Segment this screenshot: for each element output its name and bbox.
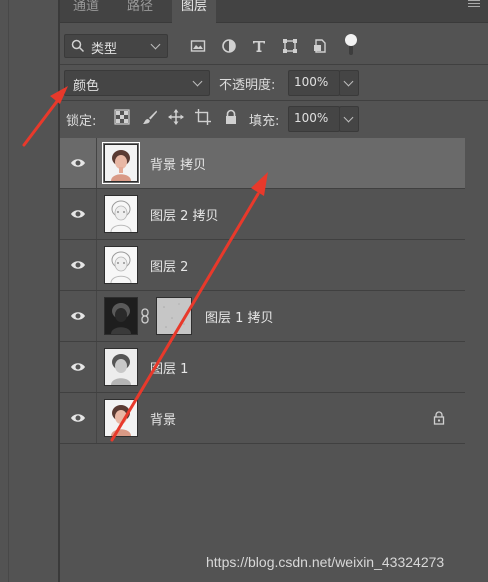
layer-row[interactable]: 图层 2 <box>60 240 465 291</box>
layer-name: 图层 2 <box>150 260 189 275</box>
chevron-down-icon <box>150 39 161 50</box>
blend-row: 颜色 不透明度: 100% <box>60 64 488 98</box>
fill-value: 100% <box>294 111 329 125</box>
visibility-toggle[interactable] <box>60 189 97 239</box>
layer-thumbnail[interactable] <box>104 246 138 284</box>
visibility-toggle[interactable] <box>60 291 97 341</box>
lock-label: 锁定: <box>66 114 97 129</box>
layer-name: 图层 2 拷贝 <box>150 209 219 224</box>
opacity-slider-button[interactable] <box>339 70 359 96</box>
link-icon[interactable] <box>140 308 150 324</box>
layer-thumbnail[interactable] <box>102 142 140 184</box>
layer-row[interactable]: 背景 拷贝 <box>60 138 465 189</box>
tab-paths[interactable]: 路径 <box>118 0 162 22</box>
fill-label: 填充: <box>249 114 280 129</box>
filter-kind-label: 类型 <box>91 42 118 57</box>
layer-name: 图层 1 <box>150 362 189 377</box>
lock-image-pixels-icon[interactable] <box>142 109 158 125</box>
layer-name: 图层 1 拷贝 <box>205 311 274 326</box>
eye-icon <box>71 363 85 371</box>
panel-menu-icon[interactable] <box>468 0 480 10</box>
type-filter-icon[interactable] <box>251 38 267 54</box>
layers-scrollbar[interactable] <box>465 138 488 582</box>
visibility-toggle[interactable] <box>60 240 97 290</box>
left-dock-edge <box>0 0 60 582</box>
image-filter-icon[interactable] <box>190 38 206 54</box>
opacity-value: 100% <box>294 75 329 89</box>
lock-icon <box>433 411 445 425</box>
lock-transparent-pixels-icon[interactable] <box>114 109 130 125</box>
layers-panel: 通道 路径 图层 类型 颜色 不透明度: 100% 锁定: 填充: 100% 背… <box>60 0 488 582</box>
chevron-down-icon <box>343 112 354 123</box>
search-icon <box>71 39 85 53</box>
layer-row[interactable]: 图层 1 拷贝 <box>60 291 465 342</box>
visibility-toggle[interactable] <box>60 138 97 188</box>
layer-row[interactable]: 图层 2 拷贝 <box>60 189 465 240</box>
visibility-toggle[interactable] <box>60 342 97 392</box>
eye-icon <box>71 312 85 320</box>
lock-row: 锁定: 填充: 100% <box>60 102 488 134</box>
layer-thumbnail[interactable] <box>104 195 138 233</box>
layer-name: 背景 拷贝 <box>150 158 207 173</box>
lock-all-icon[interactable] <box>223 109 239 125</box>
dock-divider <box>8 0 9 582</box>
layer-thumbnail[interactable] <box>104 348 138 386</box>
layer-filter-row: 类型 <box>60 28 488 62</box>
divider <box>60 100 488 101</box>
layer-name: 背景 <box>150 413 177 428</box>
layer-row[interactable]: 图层 1 <box>60 342 465 393</box>
blend-mode-value: 颜色 <box>73 79 100 94</box>
layer-thumbnail[interactable] <box>104 297 138 335</box>
chevron-down-icon <box>192 76 203 87</box>
adjustment-filter-icon[interactable] <box>221 38 237 54</box>
smart-object-filter-icon[interactable] <box>312 38 328 54</box>
tab-layers[interactable]: 图层 <box>172 0 217 23</box>
opacity-label: 不透明度: <box>219 78 276 93</box>
layer-row[interactable]: 背景 <box>60 393 465 444</box>
eye-icon <box>71 414 85 422</box>
filter-toggle-icon[interactable] <box>339 33 365 55</box>
chevron-down-icon <box>343 76 354 87</box>
lock-artboard-icon[interactable] <box>195 109 211 125</box>
tab-channels[interactable]: 通道 <box>64 0 108 22</box>
shape-filter-icon[interactable] <box>282 38 298 54</box>
opacity-input[interactable]: 100% <box>288 70 340 96</box>
visibility-toggle[interactable] <box>60 393 97 443</box>
eye-icon <box>71 159 85 167</box>
eye-icon <box>71 261 85 269</box>
lock-position-icon[interactable] <box>168 109 184 125</box>
eye-icon <box>71 210 85 218</box>
watermark-text: https://blog.csdn.net/weixin_43324273 <box>206 554 445 570</box>
layer-mask-thumbnail[interactable] <box>156 297 192 335</box>
layer-thumbnail[interactable] <box>104 399 138 437</box>
fill-input[interactable]: 100% <box>288 106 340 132</box>
blend-mode-select[interactable]: 颜色 <box>64 70 210 96</box>
panel-tab-bar: 通道 路径 图层 <box>60 0 488 23</box>
filter-kind-select[interactable]: 类型 <box>64 34 168 58</box>
fill-slider-button[interactable] <box>339 106 359 132</box>
